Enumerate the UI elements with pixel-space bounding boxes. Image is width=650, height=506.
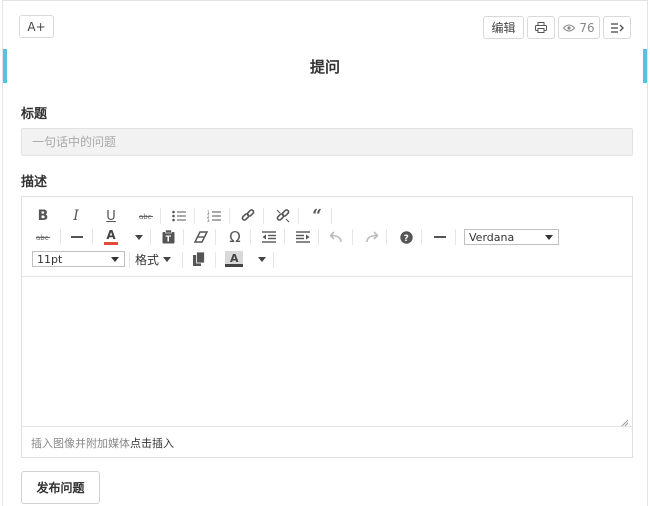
toolbar-separator: [298, 208, 299, 224]
eye-icon: [563, 24, 576, 32]
link-icon[interactable]: [237, 206, 259, 226]
font-size-select[interactable]: 11pt: [32, 251, 125, 267]
help-icon[interactable]: ?: [395, 227, 417, 247]
horizontal-line-icon[interactable]: [429, 227, 451, 247]
svg-text:T: T: [165, 235, 171, 244]
copy-format-icon[interactable]: [188, 249, 210, 269]
text-color-dropdown-icon[interactable]: [126, 227, 148, 247]
toolbar-separator: [150, 229, 151, 245]
toolbar-separator: [284, 229, 285, 245]
outdent-icon[interactable]: [258, 227, 280, 247]
media-hint-text: 插入图像并附加媒体: [31, 436, 130, 450]
insert-media-link[interactable]: 点击插入: [130, 435, 174, 451]
toolbar-separator: [92, 229, 93, 245]
text-color-icon[interactable]: A: [100, 227, 122, 247]
page-title: 提问: [309, 58, 340, 76]
toolbar-separator: [386, 229, 387, 245]
numbered-list-icon[interactable]: 123: [203, 206, 225, 226]
horizontal-rule-icon[interactable]: [66, 227, 88, 247]
toolbar-separator: [352, 229, 353, 245]
strikethrough-alt-icon[interactable]: abc: [32, 227, 54, 247]
redo-icon[interactable]: [360, 227, 382, 247]
toolbar-separator: [250, 229, 251, 245]
toolbar-separator: [60, 229, 61, 245]
font-family-select[interactable]: Verdana: [464, 229, 559, 245]
toolbar-separator: [229, 208, 230, 224]
editor-footer: 插入图像并附加媒体 点击插入: [22, 426, 632, 458]
toolbar-separator: [215, 252, 216, 268]
format-dropdown[interactable]: 格式: [135, 250, 172, 268]
svg-text:?: ?: [403, 234, 408, 244]
strikethrough-icon[interactable]: abc: [135, 206, 157, 226]
chevron-down-icon: [545, 235, 553, 240]
paste-text-icon[interactable]: T: [157, 227, 179, 247]
blockquote-icon[interactable]: “: [306, 206, 328, 226]
clear-formatting-icon[interactable]: [190, 227, 212, 247]
font-size-button[interactable]: A+: [19, 15, 54, 38]
print-button[interactable]: [527, 16, 555, 39]
toolbar-separator: [183, 229, 184, 245]
view-count-badge: 76: [558, 16, 600, 39]
chevron-down-icon: [163, 256, 172, 262]
toolbar-separator: [331, 208, 332, 224]
toc-icon: [610, 22, 624, 33]
toolbar-separator: [263, 208, 264, 224]
toolbar-separator: [215, 229, 216, 245]
indent-icon[interactable]: [292, 227, 314, 247]
editor-toolbar: B I U abc 123 “ abc A T Ω ? Verdana 11pt…: [22, 197, 632, 277]
svg-text:A: A: [230, 252, 239, 265]
toolbar-separator: [194, 208, 195, 224]
description-label: 描述: [21, 175, 48, 190]
submit-question-button[interactable]: 发布问题: [21, 471, 100, 504]
svg-text:3: 3: [207, 218, 210, 222]
toolbar-separator: [182, 252, 183, 268]
chevron-down-icon: [111, 257, 119, 262]
submit-button-label: 发布问题: [36, 481, 85, 495]
italic-icon[interactable]: I: [65, 206, 87, 226]
toc-button[interactable]: [603, 16, 631, 39]
background-color-icon[interactable]: A: [223, 249, 245, 269]
toolbar-separator: [318, 229, 319, 245]
edit-button-label: 编辑: [491, 21, 516, 35]
format-dropdown-label: 格式: [135, 252, 160, 267]
bullet-list-icon[interactable]: [168, 206, 190, 226]
view-count: 76: [579, 20, 595, 35]
toolbar-separator: [160, 208, 161, 224]
special-character-icon[interactable]: Ω: [224, 227, 246, 247]
font-size-button-label: A+: [27, 19, 46, 34]
resize-handle-icon[interactable]: [621, 412, 629, 427]
title-input[interactable]: [21, 128, 633, 156]
edit-button[interactable]: 编辑: [483, 16, 524, 39]
editor-content-area[interactable]: [22, 277, 632, 425]
title-label: 标题: [21, 107, 48, 122]
question-panel: A+ 编辑 76 提问 标题 一句话中的问题 描述 B I U abc 1 2 …: [2, 0, 648, 506]
toolbar-separator: [273, 252, 274, 268]
font-family-value: Verdana: [469, 230, 515, 244]
bold-icon[interactable]: B: [32, 206, 54, 226]
background-color-dropdown-icon[interactable]: [249, 249, 271, 269]
underline-icon[interactable]: U: [100, 206, 122, 226]
print-icon: [535, 22, 547, 33]
rich-text-editor: B I U abc 123 “ abc A T Ω ? Verdana 11pt…: [21, 196, 633, 458]
toolbar-separator: [421, 229, 422, 245]
toolbar-separator: [455, 229, 456, 245]
toolbar-separator: [129, 252, 130, 268]
font-size-value: 11pt: [37, 252, 63, 266]
unlink-icon[interactable]: [272, 206, 294, 226]
undo-icon[interactable]: [326, 227, 348, 247]
